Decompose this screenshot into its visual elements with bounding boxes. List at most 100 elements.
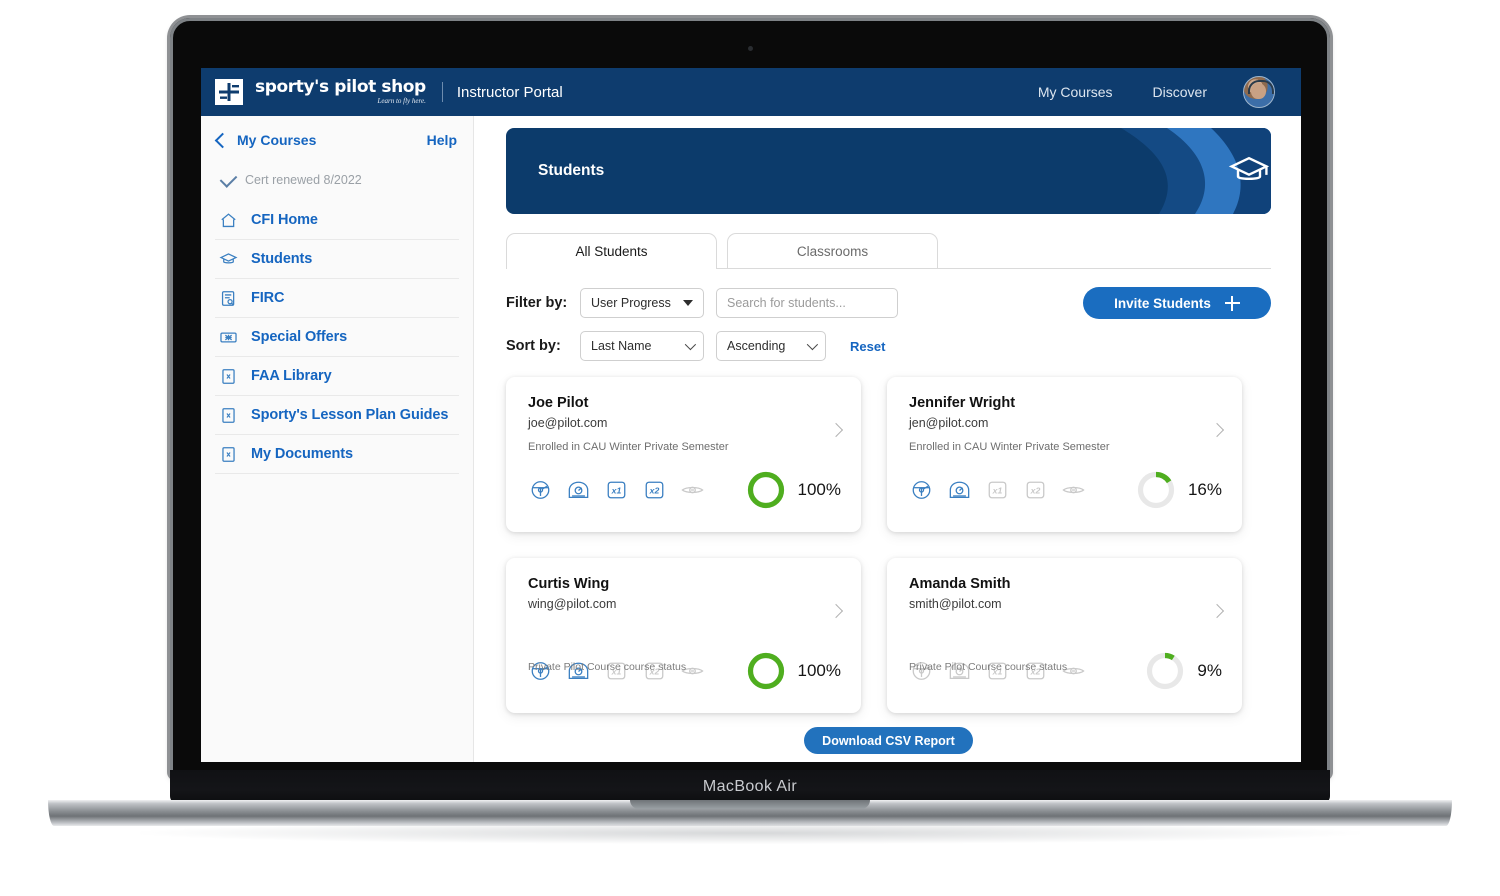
student-card-footer: Private Pilot Course course status x1 x2: [909, 651, 1222, 691]
laptop-base-notch: [630, 800, 870, 809]
x1-badge: x1: [607, 481, 626, 499]
student-card[interactable]: Amanda Smith smith@pilot.com Private Pil…: [887, 558, 1242, 713]
chevron-left-icon: [214, 132, 231, 148]
sidebar-item-label: Special Offers: [251, 329, 348, 345]
sidebar-item-cfi-home[interactable]: CFI Home: [215, 201, 459, 240]
student-name: Jennifer Wright: [909, 395, 1016, 411]
student-name: Amanda Smith: [909, 576, 1011, 592]
sidebar-item-label: CFI Home: [251, 212, 318, 228]
laptop-shadow: [140, 822, 1360, 844]
device-label: MacBook Air: [702, 778, 798, 795]
student-card-footer: x1 x2 16%: [909, 470, 1222, 510]
student-email: jen@pilot.com: [909, 416, 989, 430]
filter-by-select[interactable]: User Progress: [580, 288, 704, 318]
sidebar-item-faa-library[interactable]: FAA Library: [215, 357, 459, 396]
tab-classrooms[interactable]: Classrooms: [727, 233, 938, 268]
sort-field-select[interactable]: Last Name: [580, 331, 704, 361]
clipboard-search-icon: [221, 290, 235, 306]
sidebar-item-label: Sporty's Lesson Plan Guides: [251, 407, 449, 423]
laptop-lid: sporty's pilot shop Learn to fly here. I…: [170, 18, 1330, 778]
filter-by-label: Filter by:: [506, 295, 568, 311]
main-content: Students All Students Classrooms Filter …: [474, 116, 1301, 762]
nav-discover[interactable]: Discover: [1153, 84, 1207, 100]
wings-badge: [681, 486, 704, 494]
topbar-divider: [441, 82, 443, 102]
sort-field-value: Last Name: [591, 339, 652, 353]
progress-label: 16%: [1187, 480, 1222, 499]
progress-label: 100%: [797, 480, 841, 499]
svg-text:x1: x1: [611, 486, 622, 496]
sidebar-help-link[interactable]: Help: [427, 132, 457, 148]
filter-toolbar: Filter by: User Progress Invite Students: [506, 269, 1271, 361]
search-input[interactable]: [716, 288, 898, 318]
cert-status-label: Cert renewed 8/2022: [245, 173, 362, 187]
student-name: Joe Pilot: [528, 395, 589, 411]
progress-indicator: 9%: [1145, 651, 1222, 691]
progress-indicator: 100%: [746, 470, 841, 510]
sportys-plane-logo-icon: [215, 79, 243, 105]
sidebar-item-special-offers[interactable]: Special Offers: [215, 318, 459, 357]
progress-label: 100%: [797, 661, 841, 680]
chevron-down-icon: [683, 300, 693, 306]
filter-row: Filter by: User Progress Invite Students: [506, 287, 1271, 319]
page-title: Students: [538, 162, 605, 179]
course-status-note: Private Pilot Course course status: [528, 661, 687, 673]
screen-viewport: sporty's pilot shop Learn to fly here. I…: [201, 68, 1301, 762]
student-enrollment: Enrolled in CAU Winter Private Semester: [528, 441, 729, 453]
download-csv-button[interactable]: Download CSV Report: [804, 727, 973, 754]
student-email: smith@pilot.com: [909, 597, 1002, 611]
progress-ring: [747, 652, 784, 690]
chevron-down-icon: [806, 338, 819, 351]
gauge-badge: [568, 481, 589, 498]
sort-direction-value: Ascending: [727, 339, 786, 353]
sidebar-item-my-documents[interactable]: My Documents: [215, 435, 459, 474]
brand-wordmark: sporty's pilot shop Learn to fly here.: [255, 79, 426, 105]
yoke-badge: [531, 481, 550, 499]
student-card[interactable]: Joe Pilot joe@pilot.com Enrolled in CAU …: [506, 377, 861, 532]
tab-bar: All Students Classrooms: [506, 232, 1271, 269]
sort-by-label: Sort by:: [506, 338, 561, 354]
student-card-footer: x1 x2 100%: [528, 470, 841, 510]
tab-label: Classrooms: [796, 243, 869, 259]
sort-direction-select[interactable]: Ascending: [716, 331, 826, 361]
tab-all-students[interactable]: All Students: [506, 233, 717, 269]
avatar[interactable]: [1243, 76, 1275, 108]
reset-link[interactable]: Reset: [850, 339, 885, 354]
brand-name: sporty's pilot shop: [255, 77, 426, 97]
screenshot-stage: sporty's pilot shop Learn to fly here. I…: [0, 0, 1500, 896]
student-card-grid: Joe Pilot joe@pilot.com Enrolled in CAU …: [506, 377, 1271, 713]
sidebar-header: My Courses Help: [214, 116, 459, 160]
check-icon: [219, 169, 238, 188]
graduation-cap-icon: [219, 252, 238, 263]
nav-my-courses[interactable]: My Courses: [1038, 84, 1113, 100]
progress-indicator: 16%: [1136, 470, 1222, 510]
progress-ring: [747, 471, 784, 509]
badge-list: x1 x2: [528, 479, 705, 501]
gauge-badge: [949, 481, 970, 498]
x1-badge: x1: [988, 481, 1007, 499]
student-card[interactable]: Jennifer Wright jen@pilot.com Enrolled i…: [887, 377, 1242, 532]
banner-decoration: [1121, 128, 1271, 214]
badge-list: x1 x2: [909, 479, 1086, 501]
sidebar-back-my-courses[interactable]: My Courses: [214, 132, 317, 148]
avatar-headset-icon: [1248, 80, 1274, 94]
laptop-chin: MacBook Air: [170, 770, 1330, 804]
course-status-note: Private Pilot Course course status: [909, 661, 1068, 673]
invite-students-button[interactable]: Invite Students: [1083, 287, 1271, 319]
pdf-file-icon: [222, 446, 235, 462]
cert-status-row: Cert renewed 8/2022: [215, 160, 459, 201]
student-card[interactable]: Curtis Wing wing@pilot.com Private Pilot…: [506, 558, 861, 713]
student-email: wing@pilot.com: [528, 597, 617, 611]
sidebar-item-lesson-plan-guides[interactable]: Sporty's Lesson Plan Guides: [215, 396, 459, 435]
plus-icon: [1224, 295, 1240, 311]
sidebar-item-label: FAA Library: [251, 368, 332, 384]
page-banner: Students: [506, 128, 1271, 214]
student-email: joe@pilot.com: [528, 416, 608, 430]
chevron-down-icon: [684, 338, 697, 351]
sidebar-item-students[interactable]: Students: [215, 240, 459, 279]
x2-badge: x2: [645, 481, 664, 499]
sidebar-item-firc[interactable]: FIRC: [215, 279, 459, 318]
webcam-icon: [747, 46, 753, 51]
sidebar-back-label: My Courses: [237, 132, 317, 148]
brand-logo[interactable]: sporty's pilot shop Learn to fly here.: [215, 79, 426, 105]
